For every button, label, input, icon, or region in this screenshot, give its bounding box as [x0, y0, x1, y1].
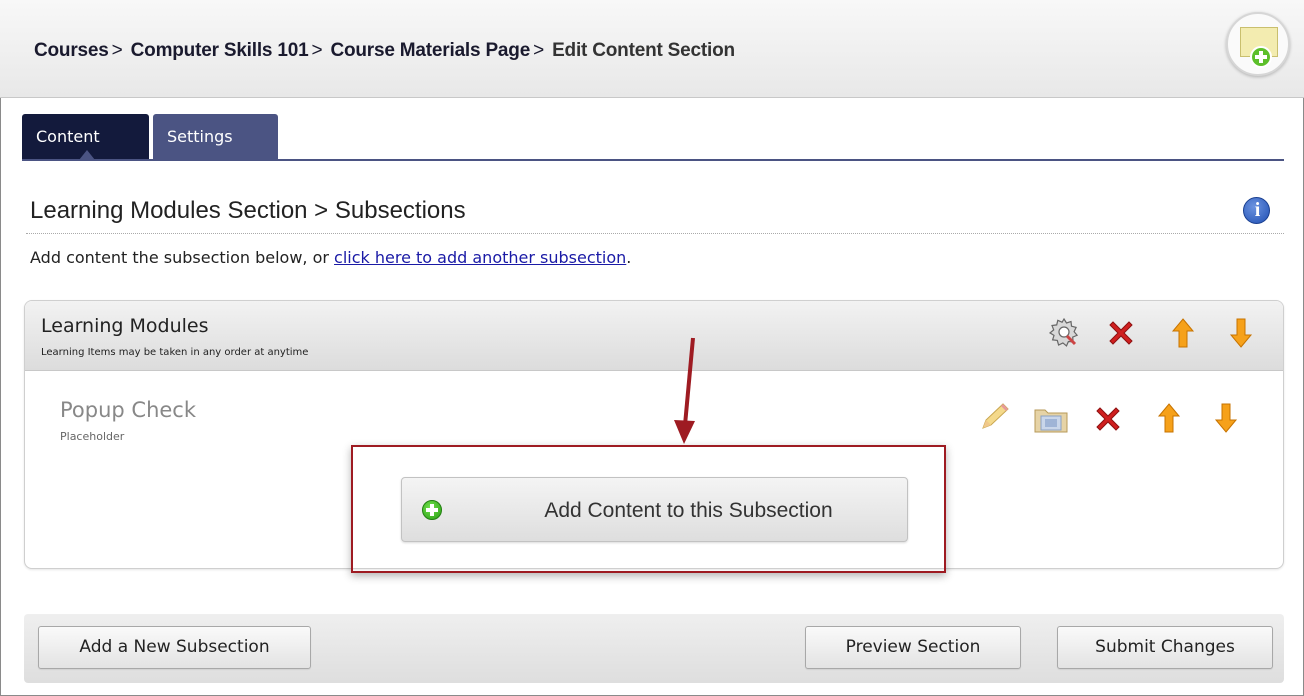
breadcrumb-separator: >: [311, 40, 323, 61]
breadcrumb-separator: >: [111, 40, 123, 61]
preview-section-button[interactable]: Preview Section: [805, 626, 1021, 669]
breadcrumb-current: Edit Content Section: [552, 40, 735, 61]
title-divider: [26, 233, 1284, 234]
tab-settings-label: Settings: [167, 127, 233, 146]
tab-content[interactable]: Content: [22, 114, 149, 160]
arrow-up-icon[interactable]: [1171, 317, 1195, 349]
folder-icon[interactable]: [1033, 404, 1069, 434]
breadcrumb-item-materials[interactable]: Course Materials Page: [330, 40, 530, 61]
item-type: Placeholder: [60, 430, 125, 443]
delete-icon[interactable]: [1106, 318, 1136, 348]
add-subsection-link[interactable]: click here to add another subsection: [334, 248, 626, 267]
breadcrumb-separator: >: [533, 40, 544, 61]
plus-icon: [1250, 46, 1272, 68]
item-title: Popup Check: [60, 398, 197, 422]
breadcrumb-item-courses[interactable]: Courses: [34, 40, 109, 61]
section-title: Learning Modules Section > Subsections: [30, 197, 466, 224]
add-subsection-button[interactable]: Add a New Subsection: [38, 626, 311, 669]
intro-lead: Add content the subsection below, or: [30, 248, 335, 267]
pencil-icon[interactable]: [977, 400, 1011, 434]
add-content-label: Add Content to this Subsection: [544, 499, 833, 522]
gear-icon[interactable]: [1048, 316, 1080, 348]
subsection-title: Learning Modules: [41, 315, 209, 337]
subsection-header: Learning Modules Learning Items may be t…: [25, 301, 1283, 371]
add-content-button[interactable]: Add Content to this Subsection: [401, 477, 908, 542]
intro-end: .: [626, 248, 632, 267]
page-header: Courses > Computer Skills 101 > Course Mat…: [0, 0, 1304, 98]
tab-divider: [22, 159, 1284, 161]
arrow-down-icon[interactable]: [1214, 402, 1238, 434]
tab-content-label: Content: [36, 127, 100, 146]
delete-icon[interactable]: [1093, 404, 1123, 434]
breadcrumb: Courses > Computer Skills 101 > Course Mat…: [34, 40, 735, 62]
intro-text: Add content the subsection below, or cli…: [30, 248, 631, 267]
subsection-description: Learning Items may be taken in any order…: [41, 347, 309, 358]
info-icon[interactable]: [1243, 197, 1271, 224]
arrow-up-icon[interactable]: [1157, 402, 1181, 434]
tab-settings[interactable]: Settings: [153, 114, 278, 160]
breadcrumb-item-course[interactable]: Computer Skills 101: [131, 40, 309, 61]
arrow-down-icon[interactable]: [1229, 317, 1253, 349]
app-logo[interactable]: [1226, 12, 1290, 76]
submit-changes-button[interactable]: Submit Changes: [1057, 626, 1273, 669]
